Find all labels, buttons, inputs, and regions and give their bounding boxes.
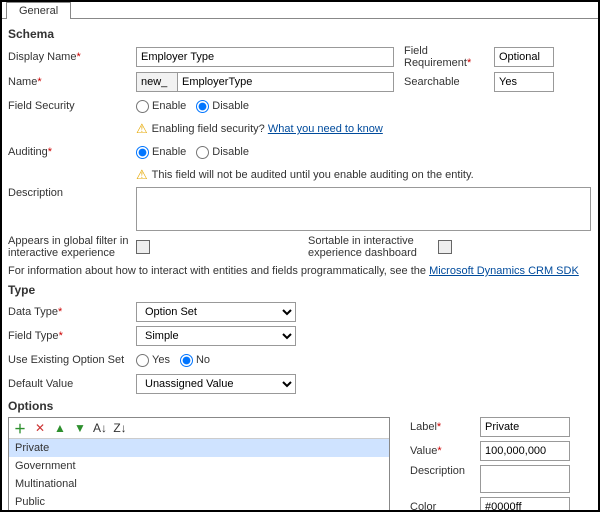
- sortable-dashboard-checkbox[interactable]: [438, 240, 452, 254]
- label-auditing: Auditing*: [8, 146, 136, 158]
- label-option-color: Color: [410, 501, 480, 512]
- label-field-security: Field Security: [8, 100, 136, 112]
- display-name-input[interactable]: [136, 47, 394, 67]
- add-icon[interactable]: ＋: [13, 421, 27, 435]
- use-existing-yes[interactable]: Yes: [136, 354, 170, 367]
- label-option-value: Value*: [410, 445, 480, 457]
- label-option-description: Description: [410, 465, 480, 477]
- sort-desc-icon[interactable]: Z↓: [113, 421, 127, 435]
- label-searchable: Searchable: [394, 76, 494, 88]
- sdk-link[interactable]: Microsoft Dynamics CRM SDK: [429, 265, 579, 277]
- tab-general[interactable]: General: [6, 2, 71, 19]
- sdk-info-text: For information about how to interact wi…: [8, 265, 429, 277]
- data-type-select[interactable]: Option Set: [136, 302, 296, 322]
- default-value-select[interactable]: Unassigned Value: [136, 374, 296, 394]
- label-field-type: Field Type*: [8, 330, 136, 342]
- name-prefix-input: [136, 72, 178, 92]
- option-value-input[interactable]: [480, 441, 570, 461]
- field-security-enable[interactable]: Enable: [136, 100, 186, 113]
- move-down-icon[interactable]: ▼: [73, 421, 87, 435]
- option-item[interactable]: Multinational: [9, 475, 389, 493]
- field-security-warning: Enabling field security?: [152, 123, 265, 135]
- use-existing-no[interactable]: No: [180, 354, 210, 367]
- auditing-disable[interactable]: Disable: [196, 146, 249, 159]
- section-schema: Schema: [8, 27, 592, 41]
- label-description: Description: [8, 187, 136, 199]
- label-default-value: Default Value: [8, 378, 136, 390]
- name-input[interactable]: [177, 72, 394, 92]
- move-up-icon[interactable]: ▲: [53, 421, 67, 435]
- option-item[interactable]: Government: [9, 457, 389, 475]
- label-data-type: Data Type*: [8, 306, 136, 318]
- field-security-link[interactable]: What you need to know: [268, 123, 383, 135]
- option-item[interactable]: Public: [9, 493, 389, 511]
- auditing-warning: This field will not be audited until you…: [152, 169, 474, 181]
- label-display-name: Display Name*: [8, 51, 136, 63]
- section-type: Type: [8, 283, 592, 297]
- label-sortable-dashboard: Sortable in interactive experience dashb…: [308, 235, 438, 259]
- option-item[interactable]: Private: [9, 439, 389, 457]
- option-label-input[interactable]: [480, 417, 570, 437]
- section-options: Options: [8, 399, 592, 413]
- option-color-input[interactable]: [480, 497, 570, 512]
- searchable-input[interactable]: [494, 72, 554, 92]
- auditing-enable[interactable]: Enable: [136, 146, 186, 159]
- delete-icon[interactable]: ✕: [33, 421, 47, 435]
- warning-icon: ⚠: [136, 167, 148, 183]
- global-filter-checkbox[interactable]: [136, 240, 150, 254]
- field-security-disable[interactable]: Disable: [196, 100, 249, 113]
- label-global-filter: Appears in global filter in interactive …: [8, 235, 136, 259]
- label-name: Name*: [8, 76, 136, 88]
- field-type-select[interactable]: Simple: [136, 326, 296, 346]
- options-listbox: ＋ ✕ ▲ ▼ A↓ Z↓ PrivateGovernmentMultinati…: [8, 417, 390, 512]
- label-option-label: Label*: [410, 421, 480, 433]
- sort-asc-icon[interactable]: A↓: [93, 421, 107, 435]
- field-requirement-input[interactable]: [494, 47, 554, 67]
- description-textarea[interactable]: [136, 187, 591, 231]
- warning-icon: ⚠: [136, 121, 148, 137]
- label-use-existing: Use Existing Option Set: [8, 354, 136, 366]
- label-field-requirement: Field Requirement*: [394, 45, 494, 69]
- option-description-textarea[interactable]: [480, 465, 570, 493]
